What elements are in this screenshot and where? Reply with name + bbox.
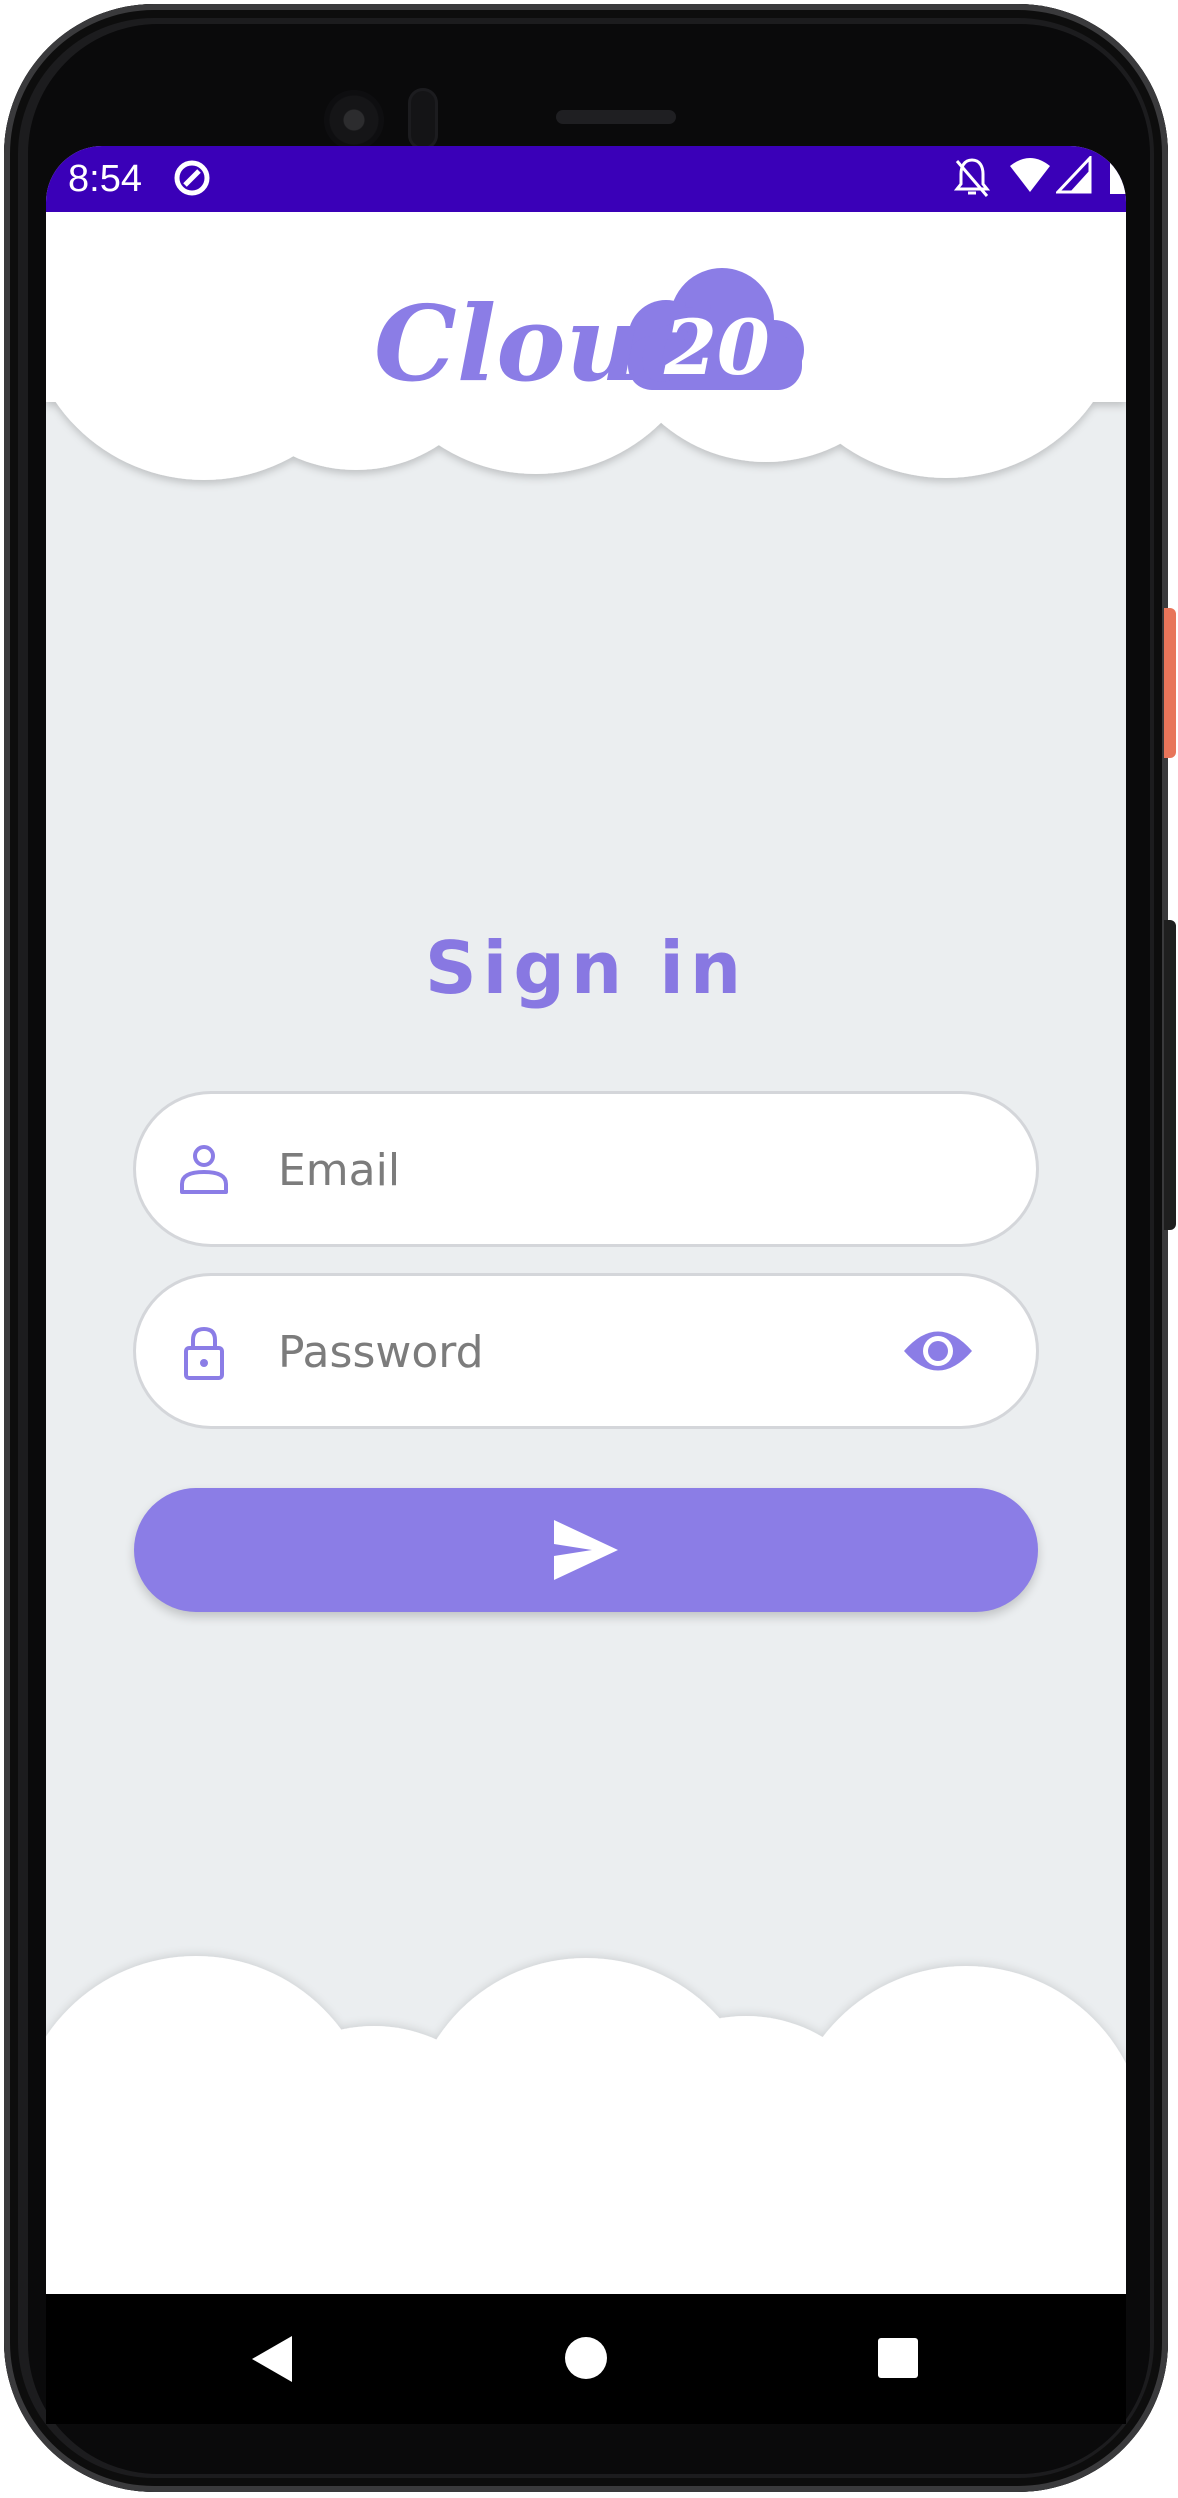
status-time: 8:54 <box>68 158 142 200</box>
password-input[interactable] <box>276 1316 880 1388</box>
front-camera-icon <box>324 90 384 150</box>
sensor-icon <box>408 88 438 150</box>
nav-recents-button[interactable] <box>878 2338 918 2378</box>
logo-word: Cloud <box>374 282 714 400</box>
status-bar: 8:54 <box>46 146 1126 212</box>
lock-icon <box>184 1326 224 1380</box>
wifi-icon <box>1010 158 1050 192</box>
password-field[interactable] <box>136 1276 1036 1426</box>
earpiece-speaker <box>556 110 676 124</box>
cell-signal-icon <box>1056 156 1092 194</box>
navigation-bar <box>46 2294 1126 2424</box>
volume-button <box>1164 920 1176 1230</box>
email-input[interactable] <box>276 1134 880 1206</box>
page-title: Sign in <box>424 926 748 1010</box>
app-screen: Cloud 20 8:54 Sign in Email <box>46 146 1126 2294</box>
submit-button[interactable] <box>134 1488 1038 1612</box>
cloud20-logo: Cloud 20 <box>374 268 804 400</box>
phone-frame: Cloud 20 8:54 Sign in Email <box>0 0 1178 2498</box>
eye-icon[interactable] <box>902 1320 974 1382</box>
logo-number: 20 <box>663 303 770 392</box>
app-notification-icon <box>174 160 210 196</box>
battery-icon <box>1110 160 1126 194</box>
email-field[interactable] <box>136 1094 1036 1244</box>
send-icon <box>554 1520 618 1580</box>
nav-home-button[interactable] <box>564 2336 608 2380</box>
power-button <box>1164 608 1176 758</box>
nav-back-button[interactable] <box>250 2334 294 2384</box>
bell-off-icon <box>954 158 990 197</box>
user-icon <box>180 1145 228 1194</box>
bottom-cloud-decoration <box>46 1956 1126 2294</box>
